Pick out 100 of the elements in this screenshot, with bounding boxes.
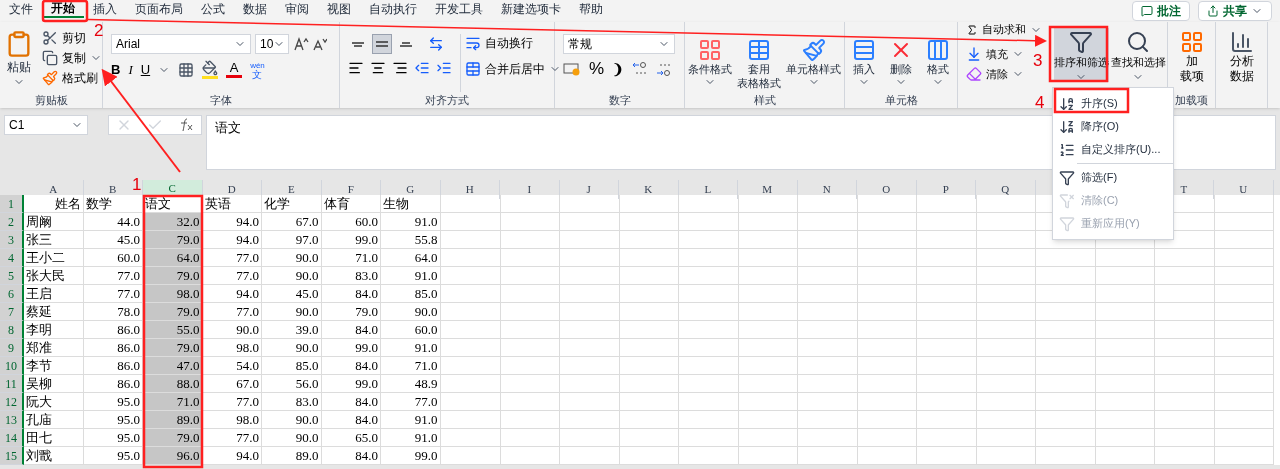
paintbrush-icon	[801, 38, 826, 62]
row-header[interactable]: 14	[0, 429, 24, 447]
table-cell: 79.0	[143, 339, 203, 357]
column-header[interactable]: N	[797, 180, 857, 199]
align-left-icon[interactable]	[348, 60, 364, 76]
column-header[interactable]: J	[559, 180, 619, 199]
table-cell: 86.0	[83, 357, 143, 375]
bold-button[interactable]: B	[111, 60, 121, 80]
format-painter-button[interactable]: 格式刷	[42, 70, 102, 86]
ribbon-tab[interactable]: 插入	[84, 0, 126, 18]
merge-center-button[interactable]: 合并后居中	[465, 60, 561, 78]
sort-menu-item[interactable]: 自定义排序(U)...	[1053, 138, 1173, 161]
format-as-table-button[interactable]: 套用 表格格式	[735, 38, 783, 92]
insert-cells-button[interactable]: 插入	[849, 38, 878, 92]
column-header[interactable]: L	[678, 180, 738, 199]
table-cell: 84.0	[321, 447, 381, 465]
format-cells-button[interactable]: 格式	[924, 38, 953, 92]
chart-icon	[1229, 30, 1254, 54]
vertical-align-button[interactable]	[372, 34, 392, 54]
row-header[interactable]: 1	[0, 195, 24, 213]
ribbon-tab[interactable]: 审阅	[276, 0, 318, 18]
ribbon-tab[interactable]: 页面布局	[126, 0, 192, 18]
analyze-data-button[interactable]: 分析 数据	[1229, 22, 1254, 92]
orientation-icon[interactable]	[428, 36, 444, 52]
table-cell: 李明	[24, 321, 84, 339]
increase-indent-icon[interactable]	[436, 60, 452, 76]
ribbon-tab[interactable]: 文件	[0, 0, 42, 18]
ribbon-tab[interactable]: 帮助	[570, 0, 612, 18]
ribbon-tab[interactable]: 开发工具	[426, 0, 492, 18]
align-center-icon[interactable]	[370, 60, 386, 76]
number-format-field[interactable]: 常规	[563, 34, 675, 54]
column-header[interactable]: M	[738, 180, 798, 199]
column-header[interactable]: I	[500, 180, 560, 199]
table-cell: 90.0	[381, 303, 441, 321]
phonetic-button[interactable]: wén 文	[250, 60, 265, 79]
column-header[interactable]: Q	[976, 180, 1036, 199]
row-header[interactable]: 8	[0, 321, 24, 339]
table-cell: 94.0	[202, 213, 262, 231]
table-cell: 86.0	[83, 339, 143, 357]
font-color-button[interactable]: A	[226, 61, 243, 79]
ribbon-tab[interactable]: 数据	[234, 0, 276, 18]
sort-menu-item[interactable]: 降序(O)	[1053, 115, 1173, 138]
conditional-format-button[interactable]: 条件格式	[685, 38, 734, 92]
percent-button[interactable]: %	[589, 60, 605, 77]
italic-button[interactable]: I	[128, 60, 133, 80]
decrease-indent-icon[interactable]	[414, 60, 430, 76]
paste-button[interactable]: 粘贴	[4, 30, 34, 92]
row-header[interactable]: 3	[0, 231, 24, 249]
row-header[interactable]: 15	[0, 447, 24, 465]
table-cell: 55.8	[381, 231, 441, 249]
borders-icon[interactable]	[178, 61, 195, 78]
row-header[interactable]: 13	[0, 411, 24, 429]
fill-color-button[interactable]	[202, 60, 219, 80]
ribbon-tab[interactable]: 新建选项卡	[492, 0, 570, 18]
ribbon-tab[interactable]: 视图	[318, 0, 360, 18]
row-header[interactable]: 12	[0, 393, 24, 411]
font-name-field[interactable]: Arial	[111, 34, 251, 54]
table-cell: 95.0	[83, 429, 143, 447]
find-select-button[interactable]: 查找和选择	[1109, 28, 1167, 82]
row-header[interactable]: 11	[0, 375, 24, 393]
row-header[interactable]: 5	[0, 267, 24, 285]
ribbon-tab[interactable]: 公式	[192, 0, 234, 18]
column-header[interactable]: U	[1214, 180, 1274, 199]
comma-button[interactable]: ❩	[612, 61, 625, 76]
column-header[interactable]: K	[619, 180, 679, 199]
row-header[interactable]: 9	[0, 339, 24, 357]
table-cell: 79.0	[143, 231, 203, 249]
row-header[interactable]: 6	[0, 285, 24, 303]
addins-button[interactable]: 加 载项	[1179, 22, 1204, 92]
font-size-field[interactable]: 10	[255, 34, 289, 54]
shrink-font-icon[interactable]	[313, 36, 327, 52]
comment-button[interactable]: 批注	[1132, 1, 1190, 21]
table-cell: 98.0	[202, 411, 262, 429]
sort-menu-item[interactable]: 升序(S)	[1053, 92, 1173, 115]
wrap-text-button[interactable]: 自动换行	[465, 34, 561, 52]
name-box[interactable]: C1	[4, 115, 88, 135]
share-button[interactable]: 共享	[1198, 1, 1272, 21]
increase-decimal-icon[interactable]	[632, 60, 649, 77]
row-header[interactable]: 2	[0, 213, 24, 231]
row-header[interactable]: 4	[0, 249, 24, 267]
table-cell: 90.0	[202, 321, 262, 339]
clear-button[interactable]: 清除	[966, 66, 1054, 82]
row-header[interactable]: 7	[0, 303, 24, 321]
table-cell: 95.0	[83, 393, 143, 411]
copy-button[interactable]: 复制	[42, 50, 102, 66]
table-cell: 86.0	[83, 321, 143, 339]
row-header[interactable]: 10	[0, 357, 24, 375]
table-cell: 71.0	[321, 249, 381, 267]
underline-button[interactable]: U	[140, 60, 151, 80]
align-right-icon[interactable]	[392, 60, 408, 76]
autosum-button[interactable]: 自动求和	[966, 22, 1054, 37]
ribbon-tab[interactable]: 自动执行	[360, 0, 426, 18]
grow-font-icon[interactable]	[293, 36, 309, 52]
cell-styles-button[interactable]: 单元格样式	[784, 38, 844, 92]
column-header[interactable]: O	[857, 180, 917, 199]
column-header[interactable]: P	[916, 180, 976, 199]
table-cell: 90.0	[262, 303, 322, 321]
table-cell: 67.0	[202, 375, 262, 393]
delete-cells-button[interactable]: 删除	[887, 38, 915, 92]
table-cell: 83.0	[321, 267, 381, 285]
